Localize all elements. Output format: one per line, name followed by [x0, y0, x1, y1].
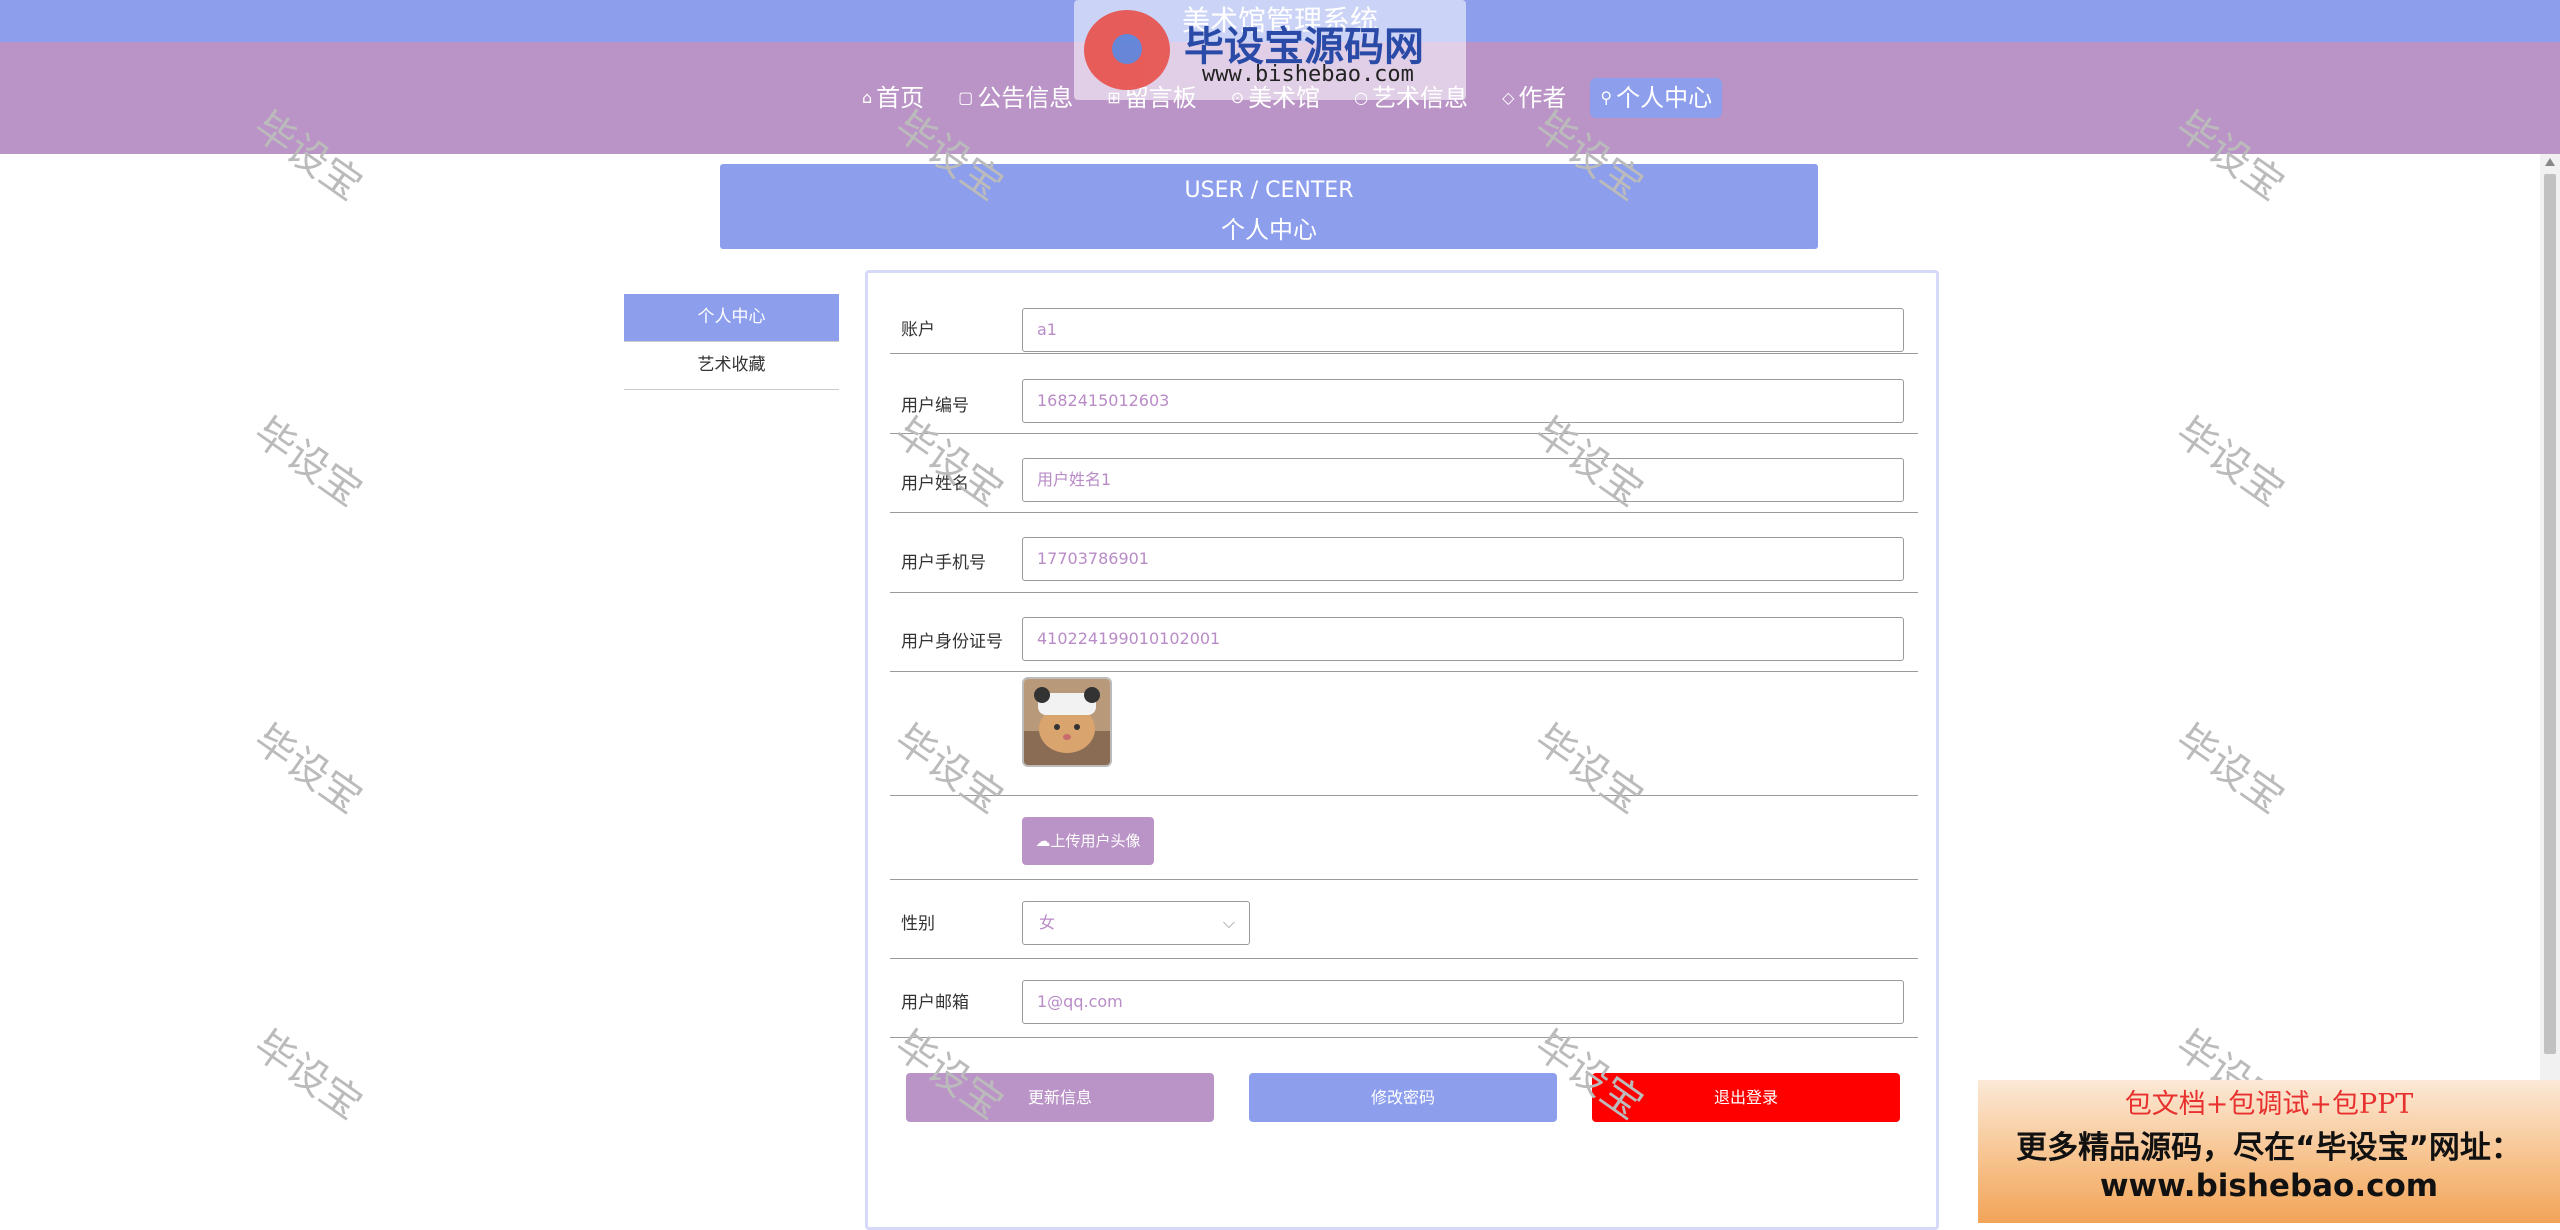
user-name-label: 用户姓名 — [901, 474, 969, 494]
nav-item-notice[interactable]: ▢ 公告信息 — [948, 78, 1083, 118]
account-label: 账户 — [901, 320, 935, 340]
ad-banner[interactable]: 包文档+包调试+包PPT 更多精品源码，尽在“毕设宝”网址： www.bishe… — [1978, 1080, 2560, 1223]
upload-avatar-label: 上传用户头像 — [1050, 832, 1141, 850]
nav-item-label: 首页 — [876, 84, 925, 112]
form-row-user-name: 用户姓名 用户姓名1 — [890, 433, 1918, 513]
logo-watermark: 毕设宝源码网 www.bishebao.com — [1074, 0, 1466, 100]
sidebar-item-art-collection[interactable]: 艺术收藏 — [624, 342, 839, 390]
scrollbar[interactable] — [2540, 154, 2560, 1084]
watermark-text: 毕设宝 — [245, 716, 371, 823]
change-password-button[interactable]: 修改密码 — [1249, 1073, 1557, 1122]
id-card-input[interactable]: 410224199010102001 — [1022, 617, 1904, 661]
nav-item-author[interactable]: ◇ 作者 — [1492, 78, 1576, 118]
gender-label: 性别 — [901, 914, 935, 934]
user-name-input[interactable]: 用户姓名1 — [1022, 458, 1904, 502]
logo-icon — [1084, 10, 1170, 90]
account-input[interactable]: a1 — [1022, 308, 1904, 352]
watermark-text: 毕设宝 — [2167, 716, 2293, 823]
logo-watermark-url: www.bishebao.com — [1202, 62, 1414, 87]
banner-title-en: USER / CENTER — [1184, 178, 1354, 203]
form-row-gender: 性别 女 ⌵ — [890, 879, 1918, 959]
user-form-panel: 账户 a1 用户编号 1682415012603 用户姓名 用户姓名1 用户手机… — [865, 270, 1939, 1230]
form-row-email: 用户邮箱 1@qq.com — [890, 958, 1918, 1038]
author-icon: ◇ — [1502, 88, 1515, 107]
nav-item-label: 公告信息 — [977, 84, 1074, 112]
scroll-up-icon[interactable] — [2545, 158, 2555, 166]
logout-button[interactable]: 退出登录 — [1592, 1073, 1900, 1122]
ad-line-1: 包文档+包调试+包PPT — [2124, 1089, 2414, 1120]
phone-input[interactable]: 17703786901 — [1022, 537, 1904, 581]
form-row-avatar — [890, 671, 1918, 796]
nav-item-label: 个人中心 — [1616, 84, 1713, 112]
sidebar-item-user-center[interactable]: 个人中心 — [624, 294, 839, 342]
form-row-account: 账户 a1 — [890, 281, 1918, 354]
form-row-id-card: 用户身份证号 410224199010102001 — [890, 592, 1918, 672]
ad-line-2: 更多精品源码，尽在“毕设宝”网址： — [2016, 1130, 2522, 1166]
form-row-phone: 用户手机号 17703786901 — [890, 512, 1918, 593]
gender-value: 女 — [1039, 913, 1056, 932]
upload-avatar-button[interactable]: ☁上传用户头像 — [1022, 817, 1154, 865]
ad-line-3: www.bishebao.com — [2099, 1168, 2439, 1204]
form-row-user-no: 用户编号 1682415012603 — [890, 353, 1918, 434]
phone-label: 用户手机号 — [901, 553, 986, 573]
id-card-label: 用户身份证号 — [901, 632, 1003, 652]
user-icon: ⚲ — [1600, 88, 1613, 107]
notice-icon: ▢ — [958, 88, 974, 107]
watermark-text: 毕设宝 — [245, 409, 371, 516]
nav-item-label: 作者 — [1518, 84, 1567, 112]
banner-title-cn: 个人中心 — [1221, 216, 1317, 244]
watermark-text: 毕设宝 — [245, 1022, 371, 1129]
update-info-button[interactable]: 更新信息 — [906, 1073, 1214, 1122]
user-no-label: 用户编号 — [901, 396, 969, 416]
cloud-upload-icon: ☁ — [1035, 832, 1051, 850]
form-row-upload: ☁上传用户头像 — [890, 795, 1918, 880]
nav-item-home[interactable]: ⌂ 首页 — [852, 78, 934, 118]
page-banner: USER / CENTER 个人中心 — [720, 164, 1818, 249]
chevron-down-icon: ⌵ — [1222, 913, 1235, 932]
user-no-input[interactable]: 1682415012603 — [1022, 379, 1904, 423]
email-input[interactable]: 1@qq.com — [1022, 980, 1904, 1024]
cat-avatar-image — [1024, 679, 1110, 765]
gender-select[interactable]: 女 ⌵ — [1022, 901, 1250, 945]
avatar — [1022, 677, 1112, 767]
home-icon: ⌂ — [862, 88, 873, 107]
email-label: 用户邮箱 — [901, 993, 969, 1013]
scroll-thumb[interactable] — [2544, 174, 2556, 1054]
watermark-text: 毕设宝 — [2167, 409, 2293, 516]
nav-item-user-center[interactable]: ⚲ 个人中心 — [1590, 78, 1723, 118]
sidebar: 个人中心 艺术收藏 — [624, 294, 839, 390]
